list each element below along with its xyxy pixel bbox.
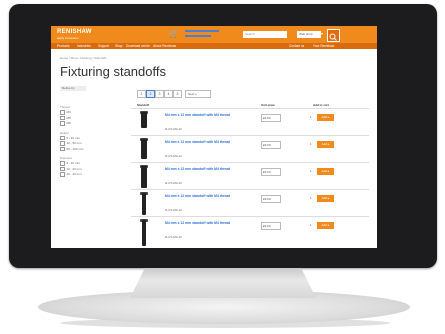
quantity-field[interactable]: 1 (310, 142, 312, 146)
filter-option[interactable]: 10 - 20 mm (60, 167, 120, 172)
header-link-bar[interactable] (185, 30, 219, 32)
quantity-field[interactable]: 1 (310, 196, 312, 200)
page-link[interactable]: 4 (164, 90, 173, 98)
site-header: RENISHAW apply innovation 🛒 Search Web s… (51, 26, 377, 43)
page-link-active[interactable]: 2 (146, 90, 155, 98)
quantity-field[interactable]: 1 (310, 223, 312, 227)
product-image[interactable] (141, 139, 147, 159)
product-link[interactable]: M4 mm x 12 mm standoff with M4 thread (165, 167, 245, 172)
add-to-cart-button[interactable]: Add ▸ (317, 168, 334, 175)
monitor-stand-neck (130, 268, 316, 298)
add-to-cart-button[interactable]: Add ▸ (317, 195, 334, 202)
nav-item[interactable]: About Renishaw (153, 44, 176, 48)
nav-item[interactable]: Industries (77, 44, 91, 48)
product-link[interactable]: M4 mm x 12 mm standoff with M4 thread (165, 113, 245, 118)
product-image[interactable] (141, 166, 147, 188)
table-row: M4 mm x 12 mm standoff with M4 thread R-… (131, 189, 369, 217)
price-field: £9.60 (261, 195, 281, 203)
product-link[interactable]: M4 mm x 12 mm standoff with M4 thread (165, 194, 245, 199)
filter-option[interactable]: M6 (60, 116, 120, 121)
table-row: M4 mm x 12 mm standoff with M4 thread R-… (131, 135, 369, 163)
page-link[interactable]: 5 (173, 90, 182, 98)
price-field: £9.60 (261, 168, 281, 176)
filter-heading: Thread (60, 105, 70, 109)
language-select[interactable]: Web shop (297, 31, 321, 38)
search-icon (329, 33, 337, 41)
add-to-cart-button[interactable]: Add ▸ (317, 222, 334, 229)
search-input[interactable]: Search (243, 31, 287, 38)
filter-option[interactable]: 6 - 10 mm (60, 161, 120, 166)
product-sku: R-CS-M4-12 (165, 127, 182, 131)
product-image[interactable] (142, 220, 146, 246)
column-header-add: Add to cart (313, 103, 329, 107)
main-nav: Products Industries Support Shop Downloa… (51, 43, 377, 49)
product-link[interactable]: M4 mm x 12 mm standoff with M4 thread (165, 140, 245, 145)
nav-item[interactable]: Download centre (126, 44, 150, 48)
product-sku: R-CS-M4-12 (165, 235, 182, 239)
nav-item[interactable]: Contact us (289, 44, 304, 48)
filter-option[interactable]: 50 - 100 mm (60, 147, 120, 152)
table-row: M4 mm x 12 mm standoff with M4 thread R-… (131, 108, 369, 136)
quantity-field[interactable]: 1 (310, 115, 312, 119)
quantity-field[interactable]: 1 (310, 169, 312, 173)
filter-heading: Diameter (60, 156, 73, 160)
add-to-cart-button[interactable]: Add ▸ (317, 141, 334, 148)
filter-option[interactable]: M8 (60, 121, 120, 126)
refine-filter-button[interactable]: Refine by (60, 86, 86, 91)
table-row: M4 mm x 12 mm standoff with M4 thread R-… (131, 216, 369, 246)
page-title: Fixturing standoffs (60, 64, 166, 79)
table-row: M4 mm x 12 mm standoff with M4 thread R-… (131, 162, 369, 190)
nav-item[interactable]: Products (57, 44, 70, 48)
filter-option[interactable]: 20 - 30 mm (60, 172, 120, 177)
product-sku: R-CS-M4-12 (165, 208, 182, 212)
monitor-screen: RENISHAW apply innovation 🛒 Search Web s… (51, 26, 377, 248)
product-image[interactable] (141, 112, 147, 128)
site-logo[interactable]: RENISHAW (57, 29, 92, 35)
next-page-link[interactable]: Next » (185, 90, 211, 98)
add-to-cart-button[interactable]: Add ▸ (317, 114, 334, 121)
search-button[interactable] (327, 29, 340, 42)
column-header-product: Standoff (137, 103, 150, 107)
nav-item[interactable]: Support (98, 44, 109, 48)
product-sku: R-CS-M4-12 (165, 181, 182, 185)
nav-item[interactable]: Your Renishaw (313, 44, 334, 48)
logo-tagline: apply innovation (57, 36, 79, 40)
column-header-price: Unit price (261, 103, 275, 107)
page-link[interactable]: 3 (155, 90, 164, 98)
product-sku: R-CS-M4-12 (165, 154, 182, 158)
header-link-bar[interactable] (185, 35, 211, 37)
product-image[interactable] (142, 193, 146, 215)
page-link[interactable]: 1 (137, 90, 146, 98)
breadcrumb[interactable]: Home / Shop / Fixturing / Standoffs (60, 56, 107, 60)
nav-item[interactable]: Shop (115, 44, 122, 48)
filter-heading: Height (60, 130, 69, 135)
filter-option[interactable]: 10 - 50 mm (60, 141, 120, 146)
price-field: £9.60 (261, 114, 281, 122)
price-field: £9.60 (261, 222, 281, 230)
filter-sidebar: Thread M4 M6 M8 Height 5 - 10 mm 10 - 50… (60, 100, 120, 177)
chevron-down-icon: ▾ (321, 31, 324, 36)
product-link[interactable]: M4 mm x 12 mm standoff with M4 thread (165, 221, 245, 226)
price-field: £9.60 (261, 141, 281, 149)
filter-option[interactable]: M4 (60, 110, 120, 115)
cart-icon[interactable]: 🛒 (169, 29, 179, 39)
filter-option[interactable]: 5 - 10 mm (60, 136, 120, 141)
